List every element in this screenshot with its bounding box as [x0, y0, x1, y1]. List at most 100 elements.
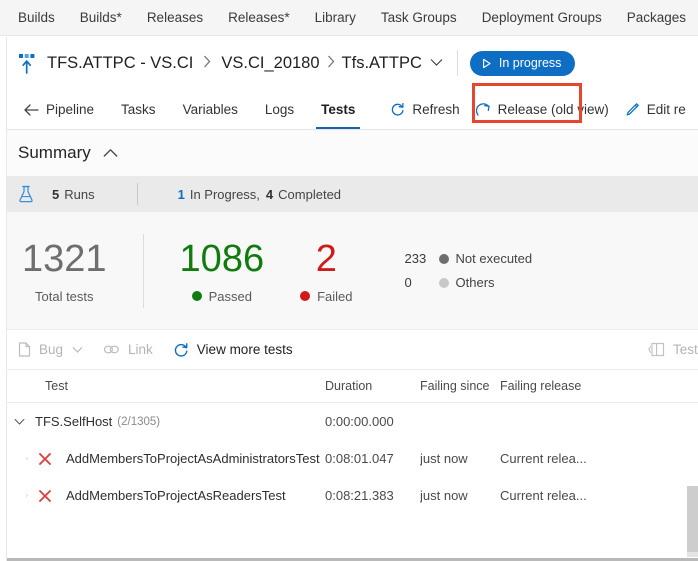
- scrollbar-thumb[interactable]: [687, 486, 698, 552]
- completed-count: 4: [265, 186, 274, 202]
- release-pipeline-icon: [18, 54, 36, 74]
- external-arrow-icon: [475, 102, 491, 117]
- tab-pipeline-back[interactable]: Pipeline: [14, 90, 104, 129]
- table-row[interactable]: AddMembersToProjectAsAdministratorsTest …: [0, 440, 698, 477]
- table-row[interactable]: AddMembersToProjectAsReadersTest 0:08:21…: [0, 477, 698, 514]
- play-icon: [481, 58, 492, 69]
- refresh-label: Refresh: [412, 102, 460, 117]
- tab-pipeline-label: Pipeline: [46, 102, 95, 117]
- failed-value: 2: [315, 237, 337, 280]
- stat-not-executed[interactable]: 233 Not executed: [405, 247, 533, 271]
- view-more-tests-button[interactable]: View more tests: [173, 342, 293, 358]
- others-label: Others: [455, 275, 495, 290]
- chevron-up-icon[interactable]: [103, 148, 118, 158]
- row-failing-release-cell: Current relea...: [500, 451, 587, 466]
- breadcrumb: TFS.ATTPC - VS.CI VS.CI_20180 Tfs.ATTPC …: [0, 36, 698, 123]
- hubnav-item-builds[interactable]: Builds: [18, 10, 55, 25]
- stat-passed[interactable]: 1086 Passed: [180, 238, 265, 304]
- refresh-button[interactable]: Refresh: [390, 90, 460, 129]
- tab-variables-label: Variables: [182, 102, 238, 117]
- test-runs-button[interactable]: Test r: [648, 342, 698, 357]
- hubnav-item-deployment-groups[interactable]: Deployment Groups: [482, 10, 602, 25]
- stat-total-tests: 1321 Total tests: [22, 238, 107, 304]
- not-executed-value: 233: [404, 251, 427, 266]
- column-header-test[interactable]: Test: [0, 379, 325, 393]
- tab-logs-label: Logs: [264, 102, 295, 117]
- in-progress-label: In Progress,: [189, 186, 260, 202]
- test-name: AddMembersToProjectAsAdministratorsTest: [66, 451, 320, 466]
- breadcrumb-pipeline-name[interactable]: TFS.ATTPC - VS.CI: [47, 54, 193, 73]
- column-header-failing-release[interactable]: Failing release: [500, 379, 630, 393]
- chevron-down-icon[interactable]: [430, 54, 443, 72]
- test-runs-label: Test r: [672, 342, 698, 357]
- hubnav-item-library[interactable]: Library: [315, 10, 356, 25]
- edit-release-label: Edit re: [646, 102, 686, 117]
- status-badge-label: In progress: [498, 56, 562, 70]
- group-name: TFS.SelfHost: [35, 414, 113, 429]
- test-name: AddMembersToProjectAsReadersTest: [66, 488, 286, 503]
- view-more-tests-label: View more tests: [196, 342, 293, 357]
- others-dot-icon: [438, 277, 449, 288]
- x-fail-icon: [38, 452, 60, 466]
- vertical-scrollbar[interactable]: [687, 486, 698, 557]
- failed-dot-icon: [300, 291, 311, 301]
- tab-tasks[interactable]: Tasks: [111, 90, 166, 129]
- stat-minor-list: 233 Not executed 0 Others: [405, 247, 533, 295]
- row-test-cell: TFS.SelfHost (2/1305): [0, 414, 325, 429]
- runs-summary-bar: 5 Runs 1 In Progress, 4 Completed: [0, 176, 698, 212]
- failed-label-row: Failed: [300, 288, 353, 304]
- refresh-icon: [173, 342, 189, 358]
- column-header-duration[interactable]: Duration: [325, 379, 420, 393]
- release-old-view-button[interactable]: Release (old view): [475, 90, 609, 129]
- x-fail-icon: [38, 489, 60, 503]
- column-header-failing-since[interactable]: Failing since: [420, 379, 500, 393]
- hubnav-item-builds-preview[interactable]: Builds*: [80, 10, 122, 25]
- others-value: 0: [404, 275, 412, 290]
- stat-others[interactable]: 0 Others: [405, 271, 533, 295]
- not-executed-dot-icon: [438, 253, 449, 264]
- hubnav-item-releases-preview[interactable]: Releases*: [228, 10, 290, 25]
- pencil-icon: [625, 102, 640, 117]
- tab-logs[interactable]: Logs: [255, 90, 304, 129]
- passed-label: Passed: [208, 288, 252, 304]
- runs-divider: [136, 183, 138, 205]
- tab-tests[interactable]: Tests: [311, 90, 365, 129]
- link-button[interactable]: Link: [103, 342, 153, 357]
- summary-section-header: Summary: [0, 130, 698, 176]
- left-frame-edge: [0, 37, 7, 561]
- stat-failed[interactable]: 2 Failed: [300, 237, 353, 304]
- group-count: (2/1305): [117, 415, 161, 428]
- row-test-cell: AddMembersToProjectAsAdministratorsTest: [0, 451, 325, 466]
- runs-count: 5: [52, 186, 60, 202]
- tab-variables[interactable]: Variables: [173, 90, 248, 129]
- chevron-down-icon[interactable]: [72, 342, 83, 357]
- status-badge-in-progress[interactable]: In progress: [469, 50, 576, 76]
- refresh-icon: [390, 102, 405, 117]
- row-failing-release-cell: Current relea...: [500, 488, 587, 503]
- create-bug-button[interactable]: Bug: [18, 342, 83, 357]
- total-tests-label: Total tests: [35, 288, 94, 304]
- row-duration-cell: 0:00:00.000: [325, 414, 394, 429]
- row-duration-cell: 0:08:01.047: [325, 451, 394, 466]
- edit-release-button[interactable]: Edit re: [625, 90, 686, 129]
- hubnav-item-packages[interactable]: Packages: [627, 10, 686, 25]
- passed-label-row: Passed: [191, 288, 252, 304]
- breadcrumb-divider: [456, 50, 458, 76]
- flask-icon: [18, 185, 34, 203]
- not-executed-label: Not executed: [455, 251, 533, 266]
- breadcrumb-stage-name[interactable]: Tfs.ATTPC: [342, 54, 422, 73]
- link-icon: [103, 343, 120, 356]
- tab-tasks-label: Tasks: [121, 102, 156, 117]
- table-row[interactable]: TFS.SelfHost (2/1305) 0:00:00.000: [0, 403, 698, 440]
- stats-divider: [142, 233, 144, 308]
- total-tests-value: 1321: [22, 237, 107, 280]
- pipeline-tabbar: Pipeline Tasks Variables Logs Tests Refr…: [0, 90, 698, 130]
- page-title: Summary: [18, 143, 91, 162]
- row-duration-cell: 0:08:21.383: [325, 488, 394, 503]
- hubnav-item-task-groups[interactable]: Task Groups: [381, 10, 457, 25]
- hubnav-item-releases[interactable]: Releases: [147, 10, 203, 25]
- breadcrumb-release-name[interactable]: VS.CI_20180: [221, 54, 319, 73]
- failed-label: Failed: [317, 288, 353, 304]
- bug-file-icon: [18, 342, 31, 357]
- arrow-left-icon: [24, 103, 39, 116]
